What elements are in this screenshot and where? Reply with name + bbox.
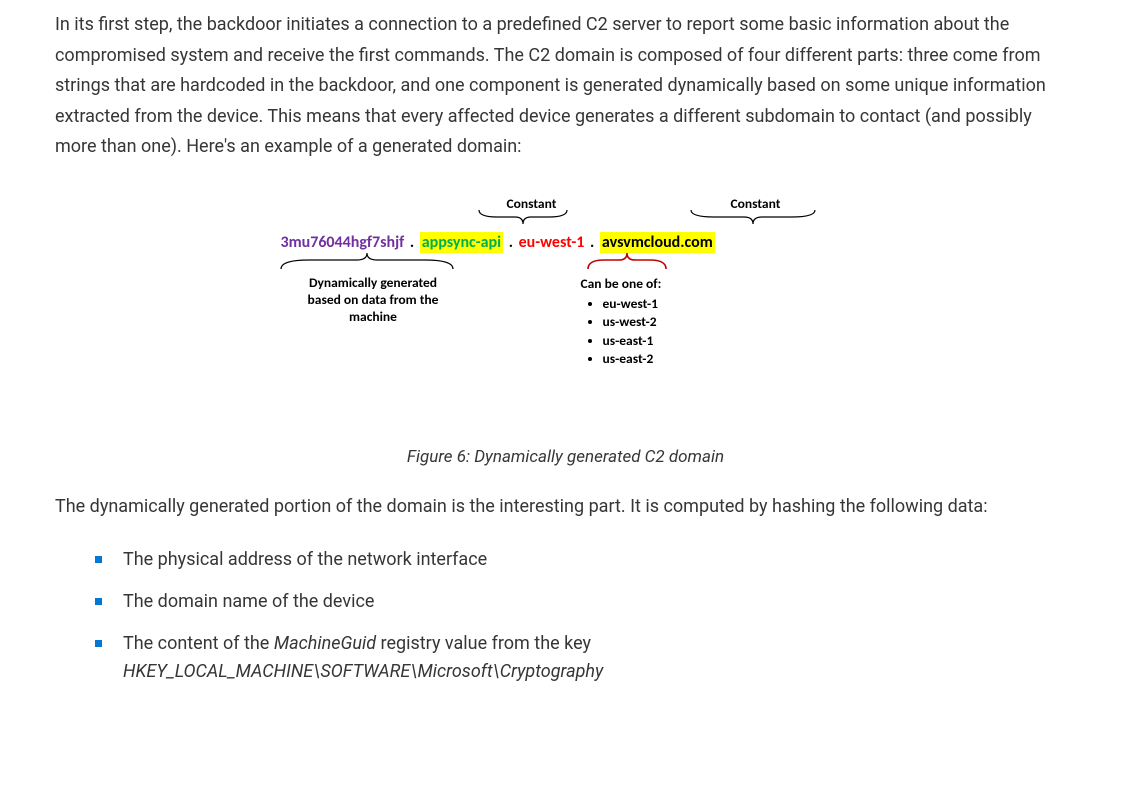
brace-top-api (477, 208, 569, 226)
dyn-caption-line3: machine (349, 308, 397, 325)
machineguid-value: MachineGuid (274, 633, 376, 654)
region-option: us-east-1 (603, 332, 662, 350)
region-caption: Can be one of: (581, 275, 662, 293)
root-domain: avsvmcloud.com (600, 232, 715, 253)
hash-data-list: The physical address of the network inte… (55, 546, 1076, 686)
region-subdomain: eu-west-1 (519, 233, 585, 252)
dot-2: . (507, 233, 515, 252)
domain-diagram: Constant Constant 3mu76044hgf7shjf . app… (281, 193, 851, 393)
dyn-caption-line2: based on data from the (308, 291, 439, 308)
hash-intro-paragraph: The dynamically generated portion of the… (55, 492, 1076, 523)
list-item: The content of the MachineGuid registry … (93, 630, 1076, 686)
list-item: The domain name of the device (93, 588, 1076, 616)
region-list: eu-west-1 us-west-2 us-east-1 us-east-2 (581, 295, 662, 368)
brace-top-root (689, 208, 817, 226)
region-option: us-east-2 (603, 350, 662, 368)
li3-post: registry value from the key (376, 633, 591, 654)
region-caption-block: Can be one of: eu-west-1 us-west-2 us-ea… (581, 275, 662, 368)
figure-6: Constant Constant 3mu76044hgf7shjf . app… (55, 193, 1076, 472)
region-option: eu-west-1 (603, 295, 662, 313)
dot-1: . (408, 233, 416, 252)
dynamic-subdomain: 3mu76044hgf7shjf (281, 233, 405, 252)
dyn-caption-line1: Dynamically generated (309, 274, 437, 291)
dynamic-caption: Dynamically generated based on data from… (281, 275, 466, 326)
figure-caption: Figure 6: Dynamically generated C2 domai… (55, 443, 1076, 472)
registry-key: HKEY_LOCAL_MACHINE\SOFTWARE\Microsoft\Cr… (123, 661, 603, 682)
list-item: The physical address of the network inte… (93, 546, 1076, 574)
intro-paragraph: In its first step, the backdoor initiate… (55, 10, 1076, 163)
brace-bottom-region (586, 251, 668, 271)
region-option: us-west-2 (603, 313, 662, 331)
brace-bottom-dyn (279, 251, 455, 271)
dot-3: . (588, 233, 596, 252)
li3-pre: The content of the (123, 633, 274, 654)
api-subdomain: appsync-api (420, 232, 503, 253)
